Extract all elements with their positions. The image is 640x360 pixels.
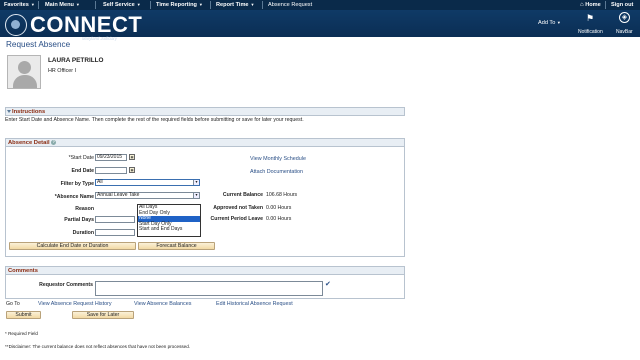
menu-separator [605,1,606,9]
calendar-icon[interactable]: ▦ [129,167,135,173]
dropdown-option[interactable]: Start and End Days [138,227,200,233]
comments-header: Comments [5,266,405,275]
menu-self-service[interactable]: Self Service ▼ [103,0,141,10]
view-absence-balances-link[interactable]: View Absence Balances [134,301,191,307]
duration-field[interactable] [95,229,135,236]
current-balance-label: Current Balance [222,192,263,198]
home-icon: ⌂ [580,2,584,8]
chevron-down-icon: ▼ [556,20,561,25]
collapse-arrow-icon [7,110,11,113]
filter-type-label: Filter by Type [60,181,94,187]
view-absence-request-history-link[interactable]: View Absence Request History [38,301,112,307]
menu-separator [95,1,96,9]
absence-detail-title: Absence Detail ? [8,139,57,146]
menu-separator [38,1,39,9]
signout-link[interactable]: Sign out [611,0,633,10]
menu-main-menu[interactable]: Main Menu ▼ [45,0,80,10]
absence-name-select[interactable]: Annual Leave Take ▼ [95,192,200,199]
notification-label[interactable]: Notification [578,29,603,35]
absence-detail-panel [5,147,405,257]
end-date-label: End Date [71,168,94,174]
end-date-field[interactable] [95,167,127,174]
menu-separator [262,1,263,9]
approved-not-taken-value: 0.00 Hours [266,205,292,211]
current-balance-value: 106.68 Hours [266,192,298,198]
attach-documentation-link[interactable]: Attach Documentation [250,169,303,175]
menu-favorites[interactable]: Favorites ▼ [4,0,35,10]
absence-name-label: *Absence Name [54,194,94,200]
connect-logo: CONNECT [30,12,143,37]
menu-absence-request[interactable]: Absence Request [268,0,312,10]
reason-label: Reason [75,206,94,212]
filter-type-select[interactable]: All ▼ [95,179,200,186]
employee-title: HR Officer I [48,68,77,74]
calendar-icon[interactable]: ▦ [129,154,135,160]
menu-separator [150,1,151,9]
requestor-comments-textarea[interactable] [95,281,323,296]
chevron-down-icon: ▼ [193,180,199,185]
current-period-leave-label: Current Period Leave [210,216,263,222]
disclaimer-note: **Disclaimer: The current balance does n… [5,344,191,349]
spellcheck-icon[interactable]: ✔ [325,280,331,288]
menu-time-reporting[interactable]: Time Reporting ▼ [156,0,203,10]
help-icon[interactable]: ? [51,139,57,145]
start-date-label: *Start Date [68,155,94,161]
duration-label: Duration [72,230,94,236]
calculate-end-date-button[interactable]: Calculate End Date or Duration [9,242,136,250]
edit-historical-absence-request-link[interactable]: Edit Historical Absence Request [216,301,293,307]
instructions-header[interactable]: Instructions [5,107,405,116]
home-link[interactable]: ⌂ Home [580,0,601,10]
flag-icon[interactable]: ⚑ [586,13,594,24]
logo-subtitle: Maryland Judiciary [82,36,117,41]
required-field-note: * Required Field [5,331,38,336]
partial-days-dropdown-list: All Days End Day Only None Start Day Onl… [137,204,201,237]
employee-name: LAURA PETRILLO [48,57,104,64]
forecast-balance-button[interactable]: Forecast Balance [138,242,215,250]
page-title: Request Absence [6,40,71,49]
partial-days-label: Partial Days [64,217,94,223]
view-monthly-schedule-link[interactable]: View Monthly Schedule [250,156,306,162]
approved-not-taken-label: Approved not Taken [213,205,263,211]
connect-logo-icon [5,14,27,36]
compass-icon[interactable]: ◈ [619,12,630,23]
submit-button[interactable]: Submit [6,311,41,319]
requestor-comments-label: Requestor Comments [39,282,93,288]
start-date-field[interactable]: 09/23/2015 [95,154,127,161]
instructions-text: Enter Start Date and Absence Name. Then … [5,117,304,123]
top-menu-bar: Favorites ▼ Main Menu ▼ Self Service ▼ Time… [0,0,640,10]
current-period-leave-value: 0.00 Hours [266,216,292,222]
avatar [7,55,41,89]
goto-label: Go To [6,301,20,307]
menu-report-time[interactable]: Report Time ▼ [216,0,255,10]
chevron-down-icon: ▼ [193,193,199,198]
partial-days-select[interactable] [95,216,135,223]
add-to-menu[interactable]: Add To ▼ [538,20,561,26]
save-for-later-button[interactable]: Save for Later [72,311,134,319]
menu-separator [210,1,211,9]
absence-detail-header: Absence Detail ? [5,138,405,147]
navbar-label[interactable]: NavBar [616,29,633,35]
